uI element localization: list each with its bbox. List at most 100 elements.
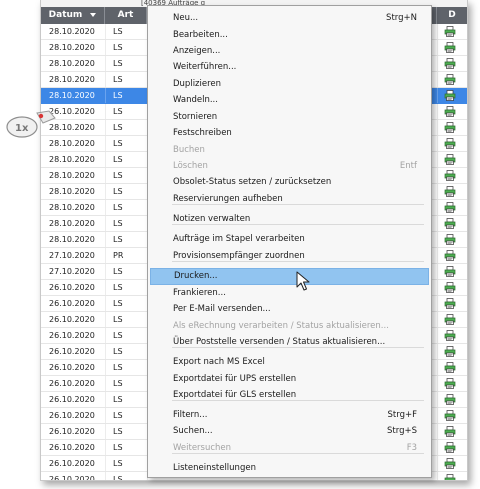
column-divider <box>437 296 438 311</box>
click-count-label: 1x <box>15 123 29 134</box>
menu-item-label: Listeneinstellungen <box>173 463 256 473</box>
row-type: LS <box>113 459 123 468</box>
row-type: LS <box>113 315 123 324</box>
row-type: LS <box>113 235 123 244</box>
column-divider <box>105 168 106 183</box>
menu-item-frankieren[interactable]: Frankieren... <box>148 285 431 302</box>
row-type: LS <box>113 171 123 180</box>
menu-separator <box>172 347 424 348</box>
column-divider <box>437 424 438 439</box>
menu-item-drucken[interactable]: Drucken... <box>150 268 429 285</box>
menu-item-label: Aufträge im Stapel verarbeiten <box>173 234 305 244</box>
row-type: LS <box>113 395 123 404</box>
menu-item-obsolet-status-setzen-zur-cksetzen[interactable]: Obsolet-Status setzen / zurücksetzen <box>148 174 431 191</box>
row-date: 26.10.2020 <box>49 315 95 324</box>
row-type: LS <box>113 187 123 196</box>
menu-item-duplizieren[interactable]: Duplizieren <box>148 76 431 93</box>
menu-item-shortcut: Strg+N <box>386 13 417 23</box>
menu-item-als-erechnung-verarbeiten-status-aktualisieren[interactable]: Als eRechnung verarbeiten / Status aktua… <box>148 318 431 335</box>
row-date: 26.10.2020 <box>49 107 95 116</box>
menu-item-notizen-verwalten[interactable]: Notizen verwalten <box>148 211 431 228</box>
row-type: LS <box>113 91 123 100</box>
column-divider <box>437 152 438 167</box>
printer-icon <box>444 170 456 181</box>
column-divider <box>437 264 438 279</box>
printer-icon <box>444 234 456 245</box>
menu-item-exportdatei-f-r-gls-erstellen[interactable]: Exportdatei für GLS erstellen <box>148 387 431 404</box>
column-divider <box>105 40 106 55</box>
column-divider <box>437 456 438 471</box>
column-header-date[interactable]: Datum <box>41 7 105 24</box>
row-type: LS <box>113 475 123 481</box>
printer-icon <box>444 394 456 405</box>
menu-item-filtern[interactable]: Filtern... Strg+F <box>148 407 431 424</box>
menu-item-suchen[interactable]: Suchen... Strg+S <box>148 423 431 440</box>
menu-item-anzeigen[interactable]: Anzeigen... <box>148 43 431 60</box>
row-date: 26.10.2020 <box>49 283 95 292</box>
row-date: 27.10.2020 <box>49 267 95 276</box>
menu-item-stornieren[interactable]: Stornieren <box>148 109 431 126</box>
column-divider <box>437 40 438 55</box>
menu-item-wandeln[interactable]: Wandeln... <box>148 92 431 109</box>
menu-item-per-e-mail-versenden[interactable]: Per E-Mail versenden... <box>148 301 431 318</box>
row-type: LS <box>113 411 123 420</box>
row-type: LS <box>113 139 123 148</box>
column-divider <box>105 104 106 119</box>
row-type: LS <box>113 75 123 84</box>
menu-separator <box>172 224 424 225</box>
column-divider <box>105 280 106 295</box>
menu-item-neu[interactable]: Neu... Strg+N <box>148 10 431 27</box>
column-divider <box>105 392 106 407</box>
printer-icon <box>444 218 456 229</box>
printer-icon <box>444 474 456 480</box>
column-divider <box>437 232 438 247</box>
printer-icon <box>444 26 456 37</box>
menu-item-l-schen[interactable]: Löschen Entf <box>148 158 431 175</box>
column-divider <box>437 72 438 87</box>
row-type: LS <box>113 107 123 116</box>
column-divider <box>105 456 106 471</box>
menu-item-shortcut: Entf <box>399 161 417 171</box>
row-date: 28.10.2020 <box>49 43 95 52</box>
printer-icon <box>444 74 456 85</box>
menu-item-weitersuchen[interactable]: Weitersuchen F3 <box>148 440 431 457</box>
menu-item-label: Buchen <box>173 145 205 155</box>
menu-item-buchen[interactable]: Buchen <box>148 142 431 159</box>
column-divider <box>105 376 106 391</box>
menu-item-weiterf-hren[interactable]: Weiterführen... <box>148 59 431 76</box>
menu-item-bearbeiten[interactable]: Bearbeiten... <box>148 27 431 44</box>
printer-icon <box>444 314 456 325</box>
column-divider <box>437 376 438 391</box>
column-header-printed[interactable]: D <box>437 7 467 24</box>
column-divider <box>105 72 106 87</box>
column-header-date-label: Datum <box>48 10 83 20</box>
menu-item-label: Reservierungen aufheben <box>173 194 283 204</box>
column-divider <box>437 184 438 199</box>
menu-item-auftr-ge-im-stapel-verarbeiten[interactable]: Aufträge im Stapel verarbeiten <box>148 231 431 248</box>
column-divider <box>105 88 106 103</box>
menu-item-festschreiben[interactable]: Festschreiben <box>148 125 431 142</box>
menu-item-exportdatei-f-r-ups-erstellen[interactable]: Exportdatei für UPS erstellen <box>148 371 431 388</box>
menu-item-label: Festschreiben <box>173 128 232 138</box>
printer-icon <box>444 42 456 53</box>
menu-item-label: Bearbeiten... <box>173 30 228 40</box>
printer-icon <box>444 410 456 421</box>
menu-item-reservierungen-aufheben[interactable]: Reservierungen aufheben <box>148 191 431 208</box>
row-date: 26.10.2020 <box>49 475 95 481</box>
printer-icon <box>444 442 456 453</box>
menu-item-label: Neu... <box>173 13 199 23</box>
menu-item-label: Weitersuchen <box>173 443 232 453</box>
column-divider <box>437 200 438 215</box>
column-divider <box>437 472 438 480</box>
column-divider <box>105 120 106 135</box>
menu-item-export-nach-ms-excel[interactable]: Export nach MS Excel <box>148 354 431 371</box>
menu-item-ber-poststelle-versenden-status-aktualisieren[interactable]: Über Poststelle versenden / Status aktua… <box>148 334 431 351</box>
sort-descending-icon[interactable] <box>90 12 97 17</box>
menu-item-label: Stornieren <box>173 112 218 122</box>
column-header-type[interactable]: Art <box>105 7 147 24</box>
row-date: 26.10.2020 <box>49 443 95 452</box>
menu-item-provisionsempf-nger-zuordnen[interactable]: Provisionsempfänger zuordnen <box>148 248 431 265</box>
column-divider <box>437 120 438 135</box>
row-type: LS <box>113 427 123 436</box>
menu-item-listeneinstellungen[interactable]: Listeneinstellungen <box>148 460 431 477</box>
